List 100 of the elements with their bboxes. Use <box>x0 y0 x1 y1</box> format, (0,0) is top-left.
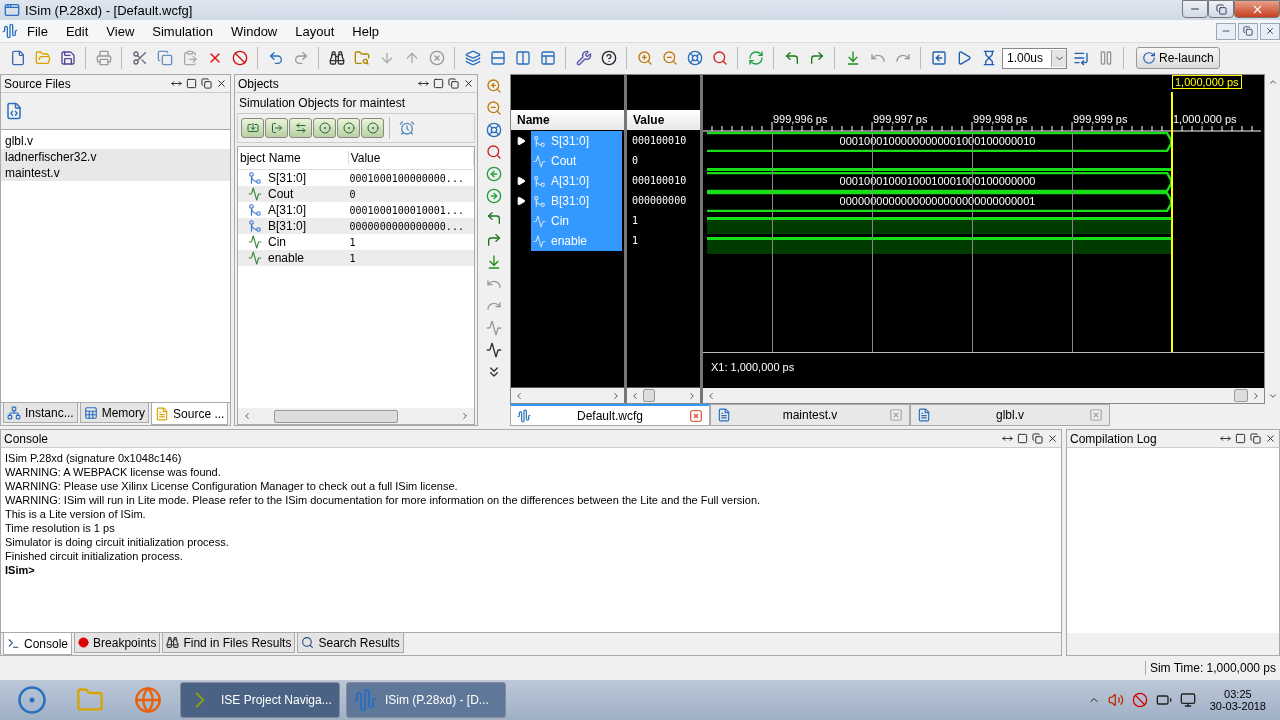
file-code-icon[interactable] <box>5 102 23 120</box>
back-icon[interactable] <box>930 50 947 66</box>
copy-icon[interactable] <box>156 50 173 66</box>
minimize-button[interactable] <box>1216 22 1236 40</box>
filter-button[interactable] <box>265 118 288 138</box>
save-icon[interactable] <box>59 50 76 66</box>
object-row[interactable]: Cout 0 <box>238 186 474 202</box>
restore-icon[interactable] <box>1032 433 1043 444</box>
cut-icon[interactable] <box>131 50 148 66</box>
menu-item[interactable]: View <box>97 23 144 39</box>
alarm-clock-icon[interactable] <box>398 120 415 136</box>
arrow-circle-icon[interactable] <box>486 187 502 204</box>
zoom-out-icon[interactable] <box>661 50 678 66</box>
scroll-thumb[interactable] <box>1234 389 1248 402</box>
magnifier-icon[interactable] <box>486 143 502 160</box>
panel-tab[interactable]: Memory <box>79 403 150 423</box>
lifebuoy-icon[interactable] <box>486 121 502 138</box>
corner-right-icon[interactable] <box>808 50 825 66</box>
close-icon[interactable] <box>216 78 227 89</box>
restore-icon[interactable] <box>1250 433 1261 444</box>
panel-tab[interactable]: Breakpoints <box>74 633 161 653</box>
close-icon[interactable] <box>463 78 474 89</box>
column-header[interactable]: Name <box>511 110 624 130</box>
panel-tab[interactable]: Search Results <box>297 633 404 653</box>
restore-icon[interactable] <box>448 78 459 89</box>
close-button[interactable] <box>1234 0 1280 18</box>
menu-item[interactable]: Window <box>222 23 287 39</box>
windows-icon[interactable] <box>539 50 556 66</box>
horizontal-scrollbar[interactable] <box>703 388 1264 403</box>
redo-icon[interactable] <box>292 50 309 66</box>
column-header[interactable]: Value <box>348 151 474 165</box>
corner-right-icon[interactable] <box>486 231 502 248</box>
restore-icon[interactable] <box>201 78 212 89</box>
source-file-item[interactable]: ladnerfischer32.v <box>1 149 230 165</box>
maximize-icon[interactable] <box>186 78 197 89</box>
filter-button[interactable] <box>289 118 312 138</box>
relaunch-button[interactable]: Re-launch <box>1136 47 1220 69</box>
horizontal-scrollbar[interactable] <box>511 388 624 403</box>
run-time-field[interactable]: 1.00us <box>1002 47 1067 69</box>
menu-item[interactable]: Simulation <box>143 23 222 39</box>
object-row[interactable]: enable 1 <box>238 250 474 266</box>
menu-item[interactable]: File <box>18 23 57 39</box>
restore-button[interactable] <box>1208 0 1234 18</box>
monitor-icon[interactable] <box>1179 692 1196 708</box>
zoom-out-icon[interactable] <box>486 99 502 116</box>
close-button[interactable] <box>1260 22 1280 40</box>
pulse-icon[interactable] <box>486 341 502 358</box>
download-arrow-icon[interactable] <box>486 253 502 270</box>
magnifier-icon[interactable] <box>711 50 728 66</box>
printer-icon[interactable] <box>95 50 112 66</box>
filter-button[interactable] <box>241 118 264 138</box>
maximize-icon[interactable] <box>433 78 444 89</box>
rows-icon[interactable] <box>489 50 506 66</box>
binoculars-icon[interactable] <box>328 50 345 66</box>
resize-icon[interactable] <box>171 78 182 89</box>
filter-button[interactable] <box>361 118 384 138</box>
help-icon[interactable] <box>600 50 617 66</box>
ban-icon[interactable] <box>231 50 248 66</box>
taskbar-app[interactable]: ISim (P.28xd) - [D... <box>346 682 506 718</box>
layers-icon[interactable] <box>464 50 481 66</box>
panel-tab[interactable]: Console <box>3 633 73 655</box>
taskbar-app[interactable]: ISE Project Naviga... <box>180 682 340 718</box>
filter-button[interactable] <box>337 118 360 138</box>
lifebuoy-icon[interactable] <box>686 50 703 66</box>
column-header[interactable]: Value <box>627 110 700 130</box>
undo-icon[interactable] <box>267 50 284 66</box>
restore-button[interactable] <box>1238 22 1258 40</box>
corner-left-icon[interactable] <box>486 209 502 226</box>
battery-icon[interactable] <box>1155 692 1172 708</box>
dropdown-button[interactable] <box>1051 49 1066 67</box>
column-header[interactable]: bject Name <box>238 151 349 165</box>
object-row[interactable]: B[31:0] 0000000000000000... <box>238 218 474 234</box>
editor-tab[interactable]: maintest.v <box>710 404 910 426</box>
corner-left-icon[interactable] <box>783 50 800 66</box>
menu-item[interactable]: Help <box>343 23 389 39</box>
resize-icon[interactable] <box>1220 433 1231 444</box>
close-icon[interactable] <box>1047 433 1058 444</box>
zoom-in-icon[interactable] <box>636 50 653 66</box>
panel-tab[interactable]: Find in Files Results <box>162 633 296 653</box>
maximize-icon[interactable] <box>1017 433 1028 444</box>
minimize-button[interactable] <box>1182 0 1208 18</box>
filter-button[interactable] <box>313 118 336 138</box>
arrow-circle-icon[interactable] <box>486 165 502 182</box>
maximize-icon[interactable] <box>1235 433 1246 444</box>
source-file-item[interactable]: maintest.v <box>1 165 230 181</box>
refresh-icon[interactable] <box>747 50 764 66</box>
scroll-thumb[interactable] <box>274 409 398 423</box>
panel-tab[interactable]: Source ... <box>151 403 229 425</box>
editor-tab[interactable]: glbl.v <box>910 404 1110 426</box>
resize-icon[interactable] <box>1002 433 1013 444</box>
zoom-in-icon[interactable] <box>486 77 502 94</box>
step-list-icon[interactable] <box>1072 50 1089 66</box>
paste-icon[interactable] <box>181 50 198 66</box>
scroll-thumb[interactable] <box>643 389 655 402</box>
columns-icon[interactable] <box>514 50 531 66</box>
clock[interactable]: 03:25 30-03-2018 <box>1203 688 1272 712</box>
wrench-icon[interactable] <box>575 50 592 66</box>
new-file-icon[interactable] <box>9 50 26 66</box>
resize-icon[interactable] <box>418 78 429 89</box>
speaker-icon[interactable] <box>1107 692 1124 708</box>
